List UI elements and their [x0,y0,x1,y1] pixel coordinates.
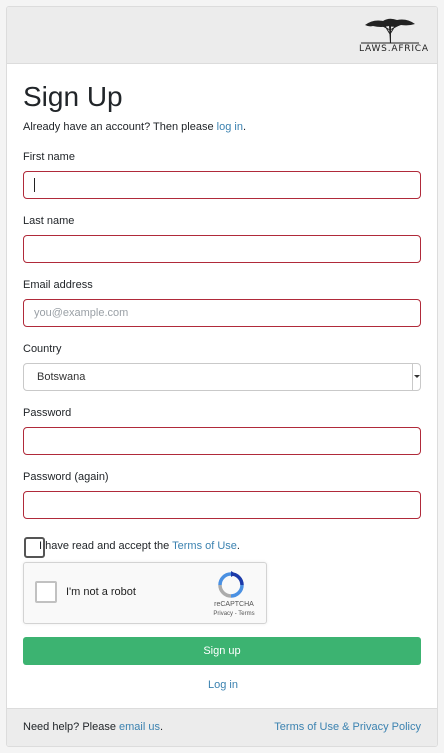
terms-prefix: I have read and accept the [39,540,173,552]
help-prefix: Need help? Please [23,721,120,733]
card-header: LAWS.AFRICA [7,7,437,64]
signup-card: LAWS.AFRICA Sign Up Already have an acco… [6,6,438,747]
terms-of-use-link[interactable]: Terms of Use [172,540,237,552]
login-inline-link[interactable]: log in [217,121,243,133]
text-caret [34,178,35,192]
dropdown-arrow[interactable] [412,364,420,390]
last-name-label: Last name [23,215,75,227]
already-prefix: Already have an account? Then please [23,121,217,133]
terms-privacy-link[interactable]: Terms of Use & Privacy Policy [274,721,421,734]
terms-text: I have read and accept the Terms of Use. [39,540,240,553]
acacia-tree-icon [361,18,419,44]
password-again-input[interactable] [23,491,421,519]
sign-up-button[interactable]: Sign up [23,637,421,665]
country-select[interactable]: Botswana [23,363,421,391]
log-in-link[interactable]: Log in [208,679,238,691]
country-label: Country [23,343,62,355]
logo-text: LAWS.AFRICA [359,44,429,54]
email-us-link[interactable]: email us [119,721,160,733]
email-input[interactable] [23,299,421,327]
help-text: Need help? Please email us. [23,721,163,734]
chevron-down-icon [414,375,420,378]
recaptcha-icon [218,571,244,598]
country-selected-value: Botswana [37,371,86,383]
already-account-text: Already have an account? Then please log… [23,121,246,134]
laws-africa-logo[interactable]: LAWS.AFRICA [359,16,429,54]
password-label: Password [23,407,72,419]
last-name-input[interactable] [23,235,421,263]
password-again-label: Password (again) [23,471,109,483]
recaptcha-links[interactable]: Privacy - Terms [194,610,274,618]
recaptcha-brand: reCAPTCHA [214,601,254,608]
already-suffix: . [242,121,247,133]
login-link-row: Log in [7,679,437,692]
terms-suffix: . [236,540,240,552]
recaptcha-label: I'm not a robot [66,586,136,598]
first-name-label: First name [23,151,75,163]
recaptcha-widget: I'm not a robot reCAPTCHA Privacy - Term… [23,562,267,624]
first-name-input[interactable] [23,171,421,199]
recaptcha-checkbox[interactable] [35,581,57,603]
email-label: Email address [23,279,93,291]
help-suffix: . [159,721,164,733]
page-title: Sign Up [23,81,123,112]
password-input[interactable] [23,427,421,455]
card-footer: Need help? Please email us. Terms of Use… [7,708,437,746]
